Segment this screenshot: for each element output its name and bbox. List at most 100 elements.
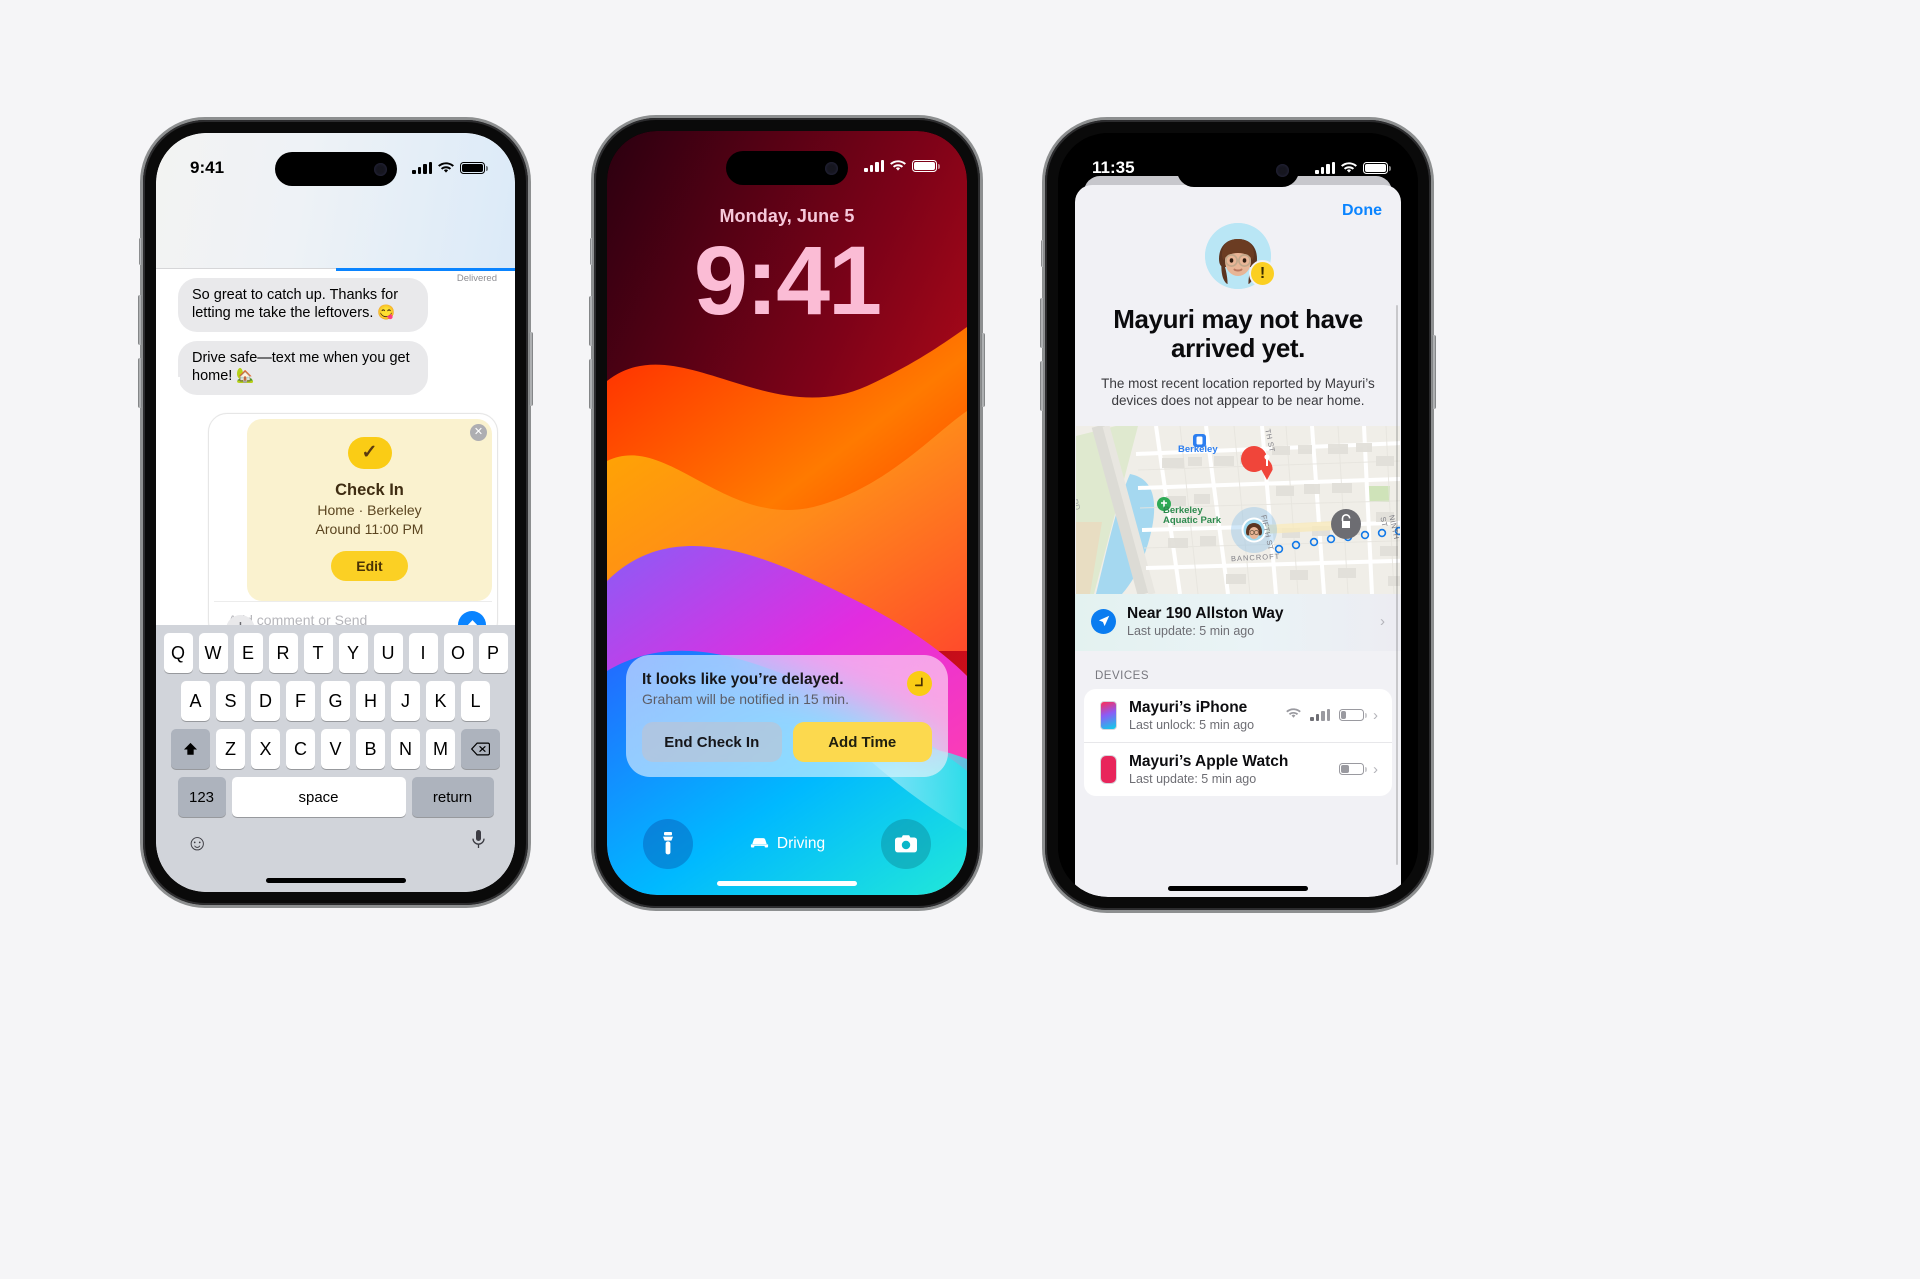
edit-button[interactable]: Edit xyxy=(331,551,408,582)
cellular-bars-icon xyxy=(864,160,884,172)
list-item[interactable]: So great to catch up. Thanks for letting… xyxy=(178,278,428,332)
home-indicator[interactable] xyxy=(717,881,857,886)
microphone-icon[interactable] xyxy=(472,830,485,855)
map-label-bancroft: BANCROFT xyxy=(1230,551,1281,563)
avatar: ! xyxy=(1205,223,1276,289)
emoji-smiley-icon[interactable]: ☺ xyxy=(186,831,208,854)
key-f[interactable]: F xyxy=(286,681,315,721)
key-p[interactable]: P xyxy=(478,633,508,673)
page-subtitle: The most recent location reported by May… xyxy=(1101,376,1375,409)
car-driving-icon xyxy=(749,835,770,854)
numbers-key[interactable]: 123 xyxy=(177,777,226,817)
keyboard-row-2: A S D F G H J K L xyxy=(156,673,515,721)
chevron-right-icon: › xyxy=(1380,612,1385,630)
list-item[interactable]: Mayuri’s Apple Watch Last update: 5 min … xyxy=(1084,741,1392,796)
cellular-bars-icon xyxy=(1315,162,1335,174)
address-title: Near 190 Allston Way xyxy=(1127,604,1284,622)
check-in-clock-icon xyxy=(907,671,932,696)
scrollbar[interactable] xyxy=(1395,305,1398,865)
key-c[interactable]: C xyxy=(286,729,315,769)
key-w[interactable]: W xyxy=(198,633,228,673)
mute-switch[interactable] xyxy=(590,238,593,265)
done-button[interactable]: Done xyxy=(1342,202,1382,220)
camera-icon[interactable] xyxy=(880,819,931,869)
lockscreen-bottom-bar: Driving xyxy=(607,819,967,869)
dynamic-island xyxy=(726,151,848,185)
battery-icon xyxy=(912,159,940,173)
wifi-icon xyxy=(438,162,454,174)
key-m[interactable]: M xyxy=(426,729,455,769)
volume-down-button[interactable] xyxy=(1040,361,1044,411)
close-icon[interactable]: ✕ xyxy=(470,423,487,441)
checkin-card[interactable]: ✓ Check In Home · Berkeley Around 11:00 … xyxy=(208,412,498,641)
key-s[interactable]: S xyxy=(216,681,245,721)
volume-up-button[interactable] xyxy=(138,295,142,345)
address-row[interactable]: Near 190 Allston Way Last update: 5 min … xyxy=(1075,593,1401,651)
notification-subtitle: Graham will be notified in 15 min. xyxy=(642,691,849,707)
space-key[interactable]: space xyxy=(231,777,406,817)
key-u[interactable]: U xyxy=(373,633,403,673)
checkin-card-body: ✓ Check In Home · Berkeley Around 11:00 … xyxy=(247,418,492,602)
cellular-bars-icon xyxy=(1310,709,1330,721)
return-key[interactable]: return xyxy=(411,777,494,817)
notification-actions: End Check In Add Time xyxy=(642,722,932,762)
key-i[interactable]: I xyxy=(408,633,438,673)
device-name: Mayuri’s iPhone xyxy=(1129,698,1248,716)
power-button[interactable] xyxy=(981,333,985,407)
power-button[interactable] xyxy=(529,332,533,406)
home-indicator[interactable] xyxy=(1168,886,1308,891)
key-h[interactable]: H xyxy=(356,681,385,721)
list-item[interactable]: Drive safe—text me when you get home! 🏡 xyxy=(169,340,428,395)
mute-switch[interactable] xyxy=(139,238,142,265)
apple-watch-device-icon xyxy=(1100,754,1117,784)
key-v[interactable]: V xyxy=(321,729,350,769)
volume-up-button[interactable] xyxy=(589,296,593,346)
key-r[interactable]: R xyxy=(268,633,298,673)
onscreen-keyboard[interactable]: Q W E R T Y U I O P A S D F G H J K L Z … xyxy=(156,625,515,892)
wifi-icon xyxy=(1286,706,1302,724)
key-o[interactable]: O xyxy=(443,633,473,673)
checkin-message-card: ✓ Check In Home · Berkeley Around 11:00 … xyxy=(208,412,498,645)
device-detail: Last unlock: 5 min ago xyxy=(1129,717,1255,732)
address-subtitle: Last update: 5 min ago xyxy=(1127,623,1255,638)
key-t[interactable]: T xyxy=(303,633,333,673)
phone-lockscreen-checkin: Monday, June 5 9:41 It looks like you’re… xyxy=(589,118,985,908)
checkin-delay-notification[interactable]: It looks like you’re delayed. Graham wil… xyxy=(626,655,948,777)
key-y[interactable]: Y xyxy=(338,633,368,673)
key-d[interactable]: D xyxy=(251,681,280,721)
location-arrow-icon xyxy=(1091,608,1116,634)
key-q[interactable]: Q xyxy=(163,633,193,673)
key-z[interactable]: Z xyxy=(216,729,245,769)
key-e[interactable]: E xyxy=(233,633,263,673)
add-time-button[interactable]: Add Time xyxy=(792,722,932,762)
dynamic-island xyxy=(1177,153,1299,187)
lockscreen-clock: 9:41 xyxy=(693,226,882,335)
power-button[interactable] xyxy=(1432,335,1436,409)
wifi-icon xyxy=(1341,162,1357,174)
end-check-in-button[interactable]: End Check In xyxy=(642,722,782,762)
delete-backspace-icon[interactable] xyxy=(461,729,500,769)
status-time: 11:35 xyxy=(1092,158,1135,177)
keyboard-row-1: Q W E R T Y U I O P xyxy=(156,625,515,673)
focus-status[interactable]: Driving xyxy=(749,835,825,854)
wifi-icon xyxy=(890,160,906,172)
flashlight-icon[interactable] xyxy=(643,819,693,869)
home-indicator[interactable] xyxy=(265,878,406,883)
volume-up-button[interactable] xyxy=(1040,298,1044,348)
list-item[interactable]: Mayuri’s iPhone Last unlock: 5 min ago › xyxy=(1084,689,1392,742)
devices-list: Mayuri’s iPhone Last unlock: 5 min ago › xyxy=(1084,688,1392,796)
key-k[interactable]: K xyxy=(426,681,455,721)
phone-findmy-checkin-detail: 11:35 Done ! Mayuri may not have arrived… xyxy=(1040,120,1436,910)
shift-up-arrow-icon[interactable] xyxy=(171,729,210,769)
key-a[interactable]: A xyxy=(181,681,210,721)
volume-down-button[interactable] xyxy=(589,359,593,409)
key-b[interactable]: B xyxy=(356,729,385,769)
key-g[interactable]: G xyxy=(321,681,350,721)
key-j[interactable]: J xyxy=(391,681,420,721)
key-l[interactable]: L xyxy=(461,681,490,721)
mute-switch[interactable] xyxy=(1041,240,1044,267)
volume-down-button[interactable] xyxy=(138,358,142,408)
key-n[interactable]: N xyxy=(391,729,420,769)
location-map[interactable]: Berkeley Berkeley Aquatic Park FIFTH ST … xyxy=(1076,425,1400,594)
key-x[interactable]: X xyxy=(251,729,280,769)
